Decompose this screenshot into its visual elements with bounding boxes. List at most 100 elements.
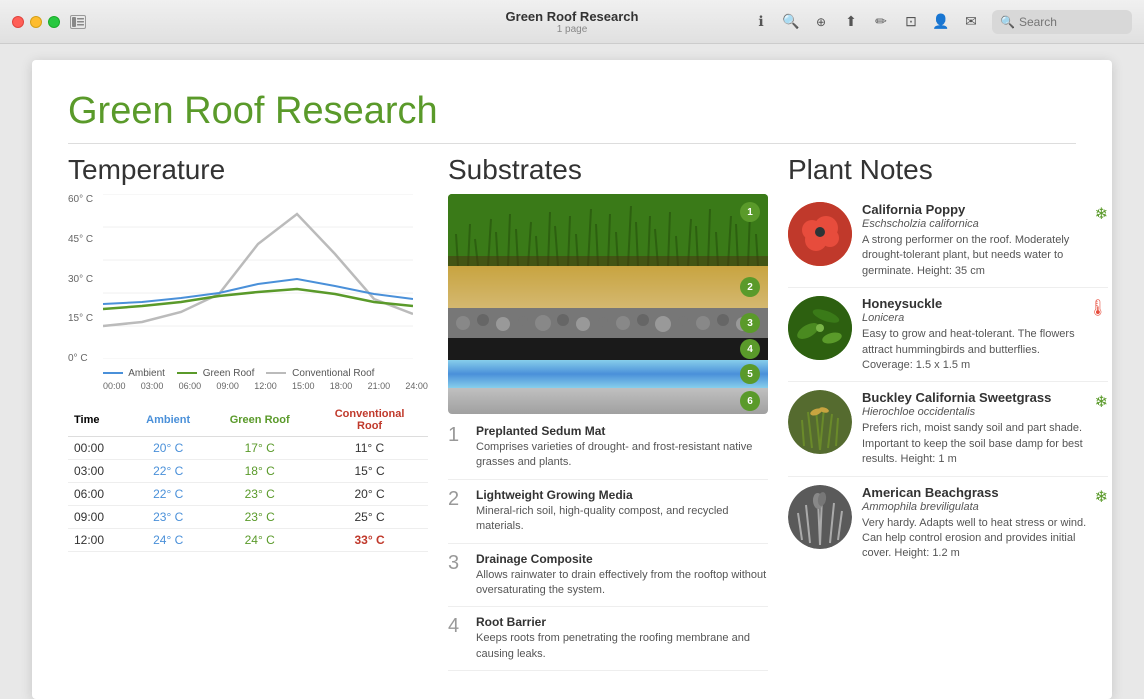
plant-desc: Easy to grow and heat-tolerant. The flow… — [862, 327, 1082, 373]
sidebar-toggle-button[interactable] — [70, 15, 86, 29]
substrate-desc: Keeps roots from penetrating the roofing… — [476, 631, 768, 662]
substrate-text: Preplanted Sedum Mat Comprises varieties… — [476, 424, 768, 471]
y-label-60: 60° C — [68, 194, 98, 205]
chart-x-labels: 00:00 03:00 06:00 09:00 12:00 15:00 18:0… — [103, 381, 428, 391]
temperature-section: Temperature 60° C 45° C 30° C 15° C 0° C — [68, 154, 428, 679]
cell-conventional: 25° C — [311, 506, 428, 529]
cell-greenroof: 24° C — [208, 529, 311, 552]
comment-icon[interactable]: ✉ — [962, 13, 980, 31]
snowflake-icon: ❄ — [1095, 204, 1108, 224]
substrate-number: 1 — [448, 424, 466, 471]
cell-ambient: 20° C — [128, 437, 208, 460]
temperature-table: Time Ambient Green Roof ConventionalRoof… — [68, 404, 428, 552]
temperature-title: Temperature — [68, 154, 428, 186]
ambient-line — [103, 372, 123, 374]
plant-info: American Beachgrass Ammophila breviligul… — [862, 485, 1089, 562]
list-item: 1 Preplanted Sedum Mat Comprises varieti… — [448, 424, 768, 480]
plant-notes-title: Plant Notes — [788, 154, 1108, 186]
col-ambient: Ambient — [128, 404, 208, 437]
cell-time: 03:00 — [68, 460, 128, 483]
layer-4: 4 — [448, 338, 768, 360]
list-item: 3 Drainage Composite Allows rainwater to… — [448, 552, 768, 608]
substrates-title: Substrates — [448, 154, 768, 186]
plant-detail: Honeysuckle Lonicera Easy to grow and he… — [862, 296, 1108, 373]
snowflake-icon: ❄ — [1095, 487, 1108, 507]
substrate-name: Root Barrier — [476, 615, 768, 629]
minimize-button[interactable] — [30, 16, 42, 28]
plant-desc: Very hardy. Adapts well to heat stress o… — [862, 516, 1089, 562]
share-icon[interactable]: ⬆ — [842, 13, 860, 31]
substrate-name: Lightweight Growing Media — [476, 488, 768, 502]
zoom-out-icon[interactable]: 🔍 — [782, 13, 800, 31]
plant-detail: California Poppy Eschscholzia californic… — [862, 202, 1108, 279]
doc-title-area: Green Roof Research 1 page — [506, 9, 639, 35]
cell-ambient: 23° C — [128, 506, 208, 529]
plant-detail: Buckley California Sweetgrass Hierochloe… — [862, 390, 1108, 467]
expand-icon[interactable]: ⊡ — [902, 13, 920, 31]
plant-image-poppy — [788, 202, 852, 266]
y-label-0: 0° C — [68, 353, 98, 364]
y-label-30: 30° C — [68, 274, 98, 285]
toolbar: ℹ 🔍 ⊕ ⬆ ✏ ⊡ 👤 ✉ 🔍 — [752, 10, 1132, 34]
substrate-layers-image: 1 2 — [448, 194, 768, 414]
layer-6: 6 — [448, 388, 768, 414]
plant-notes-section: Plant Notes California Poppy E — [788, 154, 1108, 679]
traffic-lights — [12, 16, 60, 28]
snowflake-icon: ❄ — [1095, 392, 1108, 412]
close-button[interactable] — [12, 16, 24, 28]
conventional-line — [266, 372, 286, 374]
cell-conventional-hot: 33° C — [311, 529, 428, 552]
titlebar: Green Roof Research 1 page ℹ 🔍 ⊕ ⬆ ✏ ⊡ 👤… — [0, 0, 1144, 44]
substrate-desc: Mineral-rich soil, high-quality compost,… — [476, 504, 768, 535]
plant-name: California Poppy — [862, 202, 1089, 217]
cell-time: 09:00 — [68, 506, 128, 529]
list-item: Buckley California Sweetgrass Hierochloe… — [788, 382, 1108, 476]
temperature-chart: 60° C 45° C 30° C 15° C 0° C — [68, 194, 428, 394]
substrate-text: Root Barrier Keeps roots from penetratin… — [476, 615, 768, 662]
info-icon[interactable]: ℹ — [752, 13, 770, 31]
user-icon[interactable]: 👤 — [932, 13, 950, 31]
substrate-name: Drainage Composite — [476, 552, 768, 566]
plant-desc: A strong performer on the roof. Moderate… — [862, 233, 1089, 279]
content-grid: Temperature 60° C 45° C 30° C 15° C 0° C — [68, 154, 1076, 679]
cell-ambient: 22° C — [128, 460, 208, 483]
search-input[interactable] — [1019, 15, 1119, 29]
cell-greenroof: 18° C — [208, 460, 311, 483]
list-item: Honeysuckle Lonicera Easy to grow and he… — [788, 288, 1108, 382]
plant-desc: Prefers rich, moist sandy soil and part … — [862, 421, 1089, 467]
cell-time: 06:00 — [68, 483, 128, 506]
plant-sci-name: Hierochloe occidentalis — [862, 406, 1089, 418]
zoom-in-icon[interactable]: ⊕ — [812, 13, 830, 31]
col-conventional: ConventionalRoof — [311, 404, 428, 437]
maximize-button[interactable] — [48, 16, 60, 28]
greenroof-line — [177, 372, 197, 374]
plant-image-sweetgrass — [788, 390, 852, 454]
page-title: Green Roof Research — [68, 90, 1076, 144]
layer-3: 3 — [448, 308, 768, 338]
layer-5: 5 — [448, 360, 768, 388]
plant-info: California Poppy Eschscholzia californic… — [862, 202, 1089, 279]
substrate-number: 3 — [448, 552, 466, 599]
thermometer-icon: 🌡 — [1088, 298, 1108, 318]
layer-badge-2: 2 — [740, 277, 760, 297]
plant-image-honeysuckle — [788, 296, 852, 360]
substrates-section: Substrates — [448, 154, 768, 679]
document: Green Roof Research Temperature 60° C 45… — [32, 60, 1112, 699]
substrate-desc: Comprises varieties of drought- and fros… — [476, 440, 768, 471]
list-item: American Beachgrass Ammophila breviligul… — [788, 477, 1108, 570]
legend-conventional: Conventional Roof — [266, 368, 374, 379]
cell-ambient: 22° C — [128, 483, 208, 506]
plant-image-beachgrass — [788, 485, 852, 549]
doc-pages: 1 page — [557, 24, 588, 35]
search-bar[interactable]: 🔍 — [992, 10, 1132, 34]
cell-greenroof: 17° C — [208, 437, 311, 460]
chart-svg — [103, 194, 428, 364]
substrate-desc: Allows rainwater to drain effectively fr… — [476, 568, 768, 599]
layer-2: 2 — [448, 266, 768, 308]
pen-icon[interactable]: ✏ — [872, 13, 890, 31]
layer-badge-3: 3 — [740, 313, 760, 333]
list-item: California Poppy Eschscholzia californic… — [788, 194, 1108, 288]
cell-greenroof: 23° C — [208, 483, 311, 506]
substrate-name: Preplanted Sedum Mat — [476, 424, 768, 438]
cell-greenroof: 23° C — [208, 506, 311, 529]
